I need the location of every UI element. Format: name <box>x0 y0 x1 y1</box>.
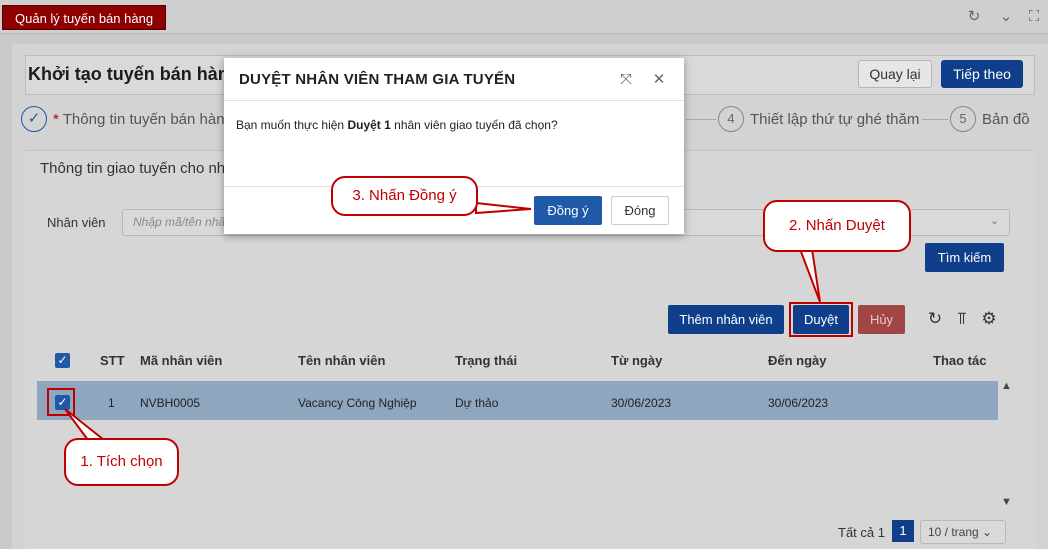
callout-step3: 3. Nhấn Đồng ý <box>331 176 478 216</box>
callout-step1: 1. Tích chọn <box>64 438 179 486</box>
callout-pointer-2 <box>798 248 821 303</box>
callout-pointer-3 <box>475 201 532 215</box>
callout-step2: 2. Nhấn Duyệt <box>763 200 911 252</box>
callout-pointer-1 <box>64 408 107 441</box>
